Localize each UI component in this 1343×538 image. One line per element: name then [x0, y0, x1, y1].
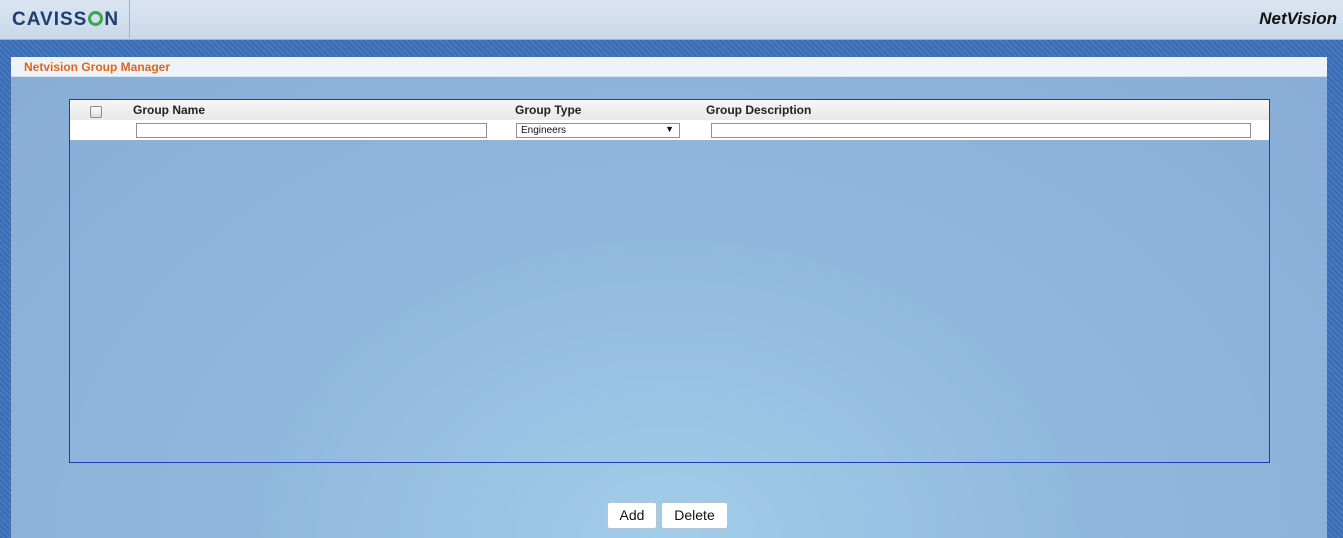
group-type-filter-select[interactable]: Engineers ▼ [516, 123, 680, 138]
panel-title-bar: Netvision Group Manager [11, 57, 1327, 77]
group-manager-panel: Netvision Group Manager Group Name Group… [11, 57, 1327, 538]
group-description-filter-input[interactable] [711, 123, 1251, 138]
app-header: CAVISS N NetVision [0, 0, 1343, 40]
select-all-checkbox[interactable] [90, 106, 102, 118]
cavisson-logo: CAVISS N [12, 9, 120, 30]
grid-header-row: Group Name Group Type Group Description [70, 100, 1269, 120]
app-frame: Netvision Group Manager Group Name Group… [0, 40, 1343, 538]
panel-title: Netvision Group Manager [24, 60, 171, 74]
grid-filter-row: Engineers ▼ [70, 120, 1269, 140]
column-header-group-description[interactable]: Group Description [706, 103, 811, 117]
header-divider [129, 0, 130, 38]
grid-body [70, 140, 1269, 462]
product-name: NetVision [1259, 9, 1337, 28]
column-header-group-name[interactable]: Group Name [133, 103, 205, 117]
add-button[interactable]: Add [607, 502, 657, 529]
column-header-group-type[interactable]: Group Type [515, 103, 581, 117]
group-type-selected-value: Engineers [521, 125, 567, 136]
chevron-down-icon: ▼ [665, 124, 674, 134]
group-name-filter-input[interactable] [136, 123, 487, 138]
delete-button[interactable]: Delete [661, 502, 728, 529]
logo-o-icon [88, 11, 104, 26]
group-grid: Group Name Group Type Group Description … [69, 99, 1270, 463]
